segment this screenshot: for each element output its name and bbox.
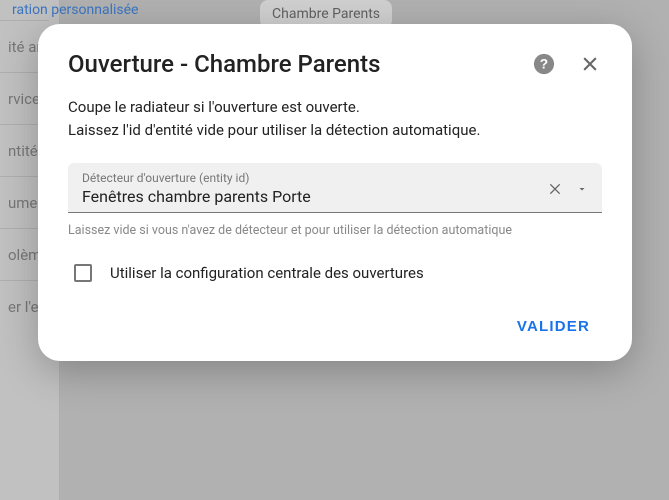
clear-icon[interactable]: [546, 180, 564, 198]
entity-id-field[interactable]: Détecteur d'ouverture (entity id) Fenêtr…: [68, 163, 602, 213]
use-central-config-checkbox[interactable]: [74, 264, 92, 282]
dialog-description: Coupe le radiateur si l'ouverture est ou…: [68, 96, 602, 141]
close-icon[interactable]: [578, 52, 602, 76]
entity-id-value: Fenêtres chambre parents Porte: [82, 187, 546, 206]
help-icon[interactable]: ?: [532, 52, 556, 76]
entity-id-helper: Laissez vide si vous n'avez de détecteur…: [68, 223, 602, 238]
dropdown-icon[interactable]: [574, 181, 590, 197]
svg-text:?: ?: [540, 57, 548, 72]
entity-id-label: Détecteur d'ouverture (entity id): [82, 171, 546, 185]
dialog-title: Ouverture - Chambre Parents: [68, 50, 532, 78]
opening-config-dialog: Ouverture - Chambre Parents ? Coupe le r…: [38, 24, 632, 361]
validate-button[interactable]: Valider: [505, 310, 602, 343]
use-central-config-label: Utiliser la configuration centrale des o…: [110, 264, 424, 282]
